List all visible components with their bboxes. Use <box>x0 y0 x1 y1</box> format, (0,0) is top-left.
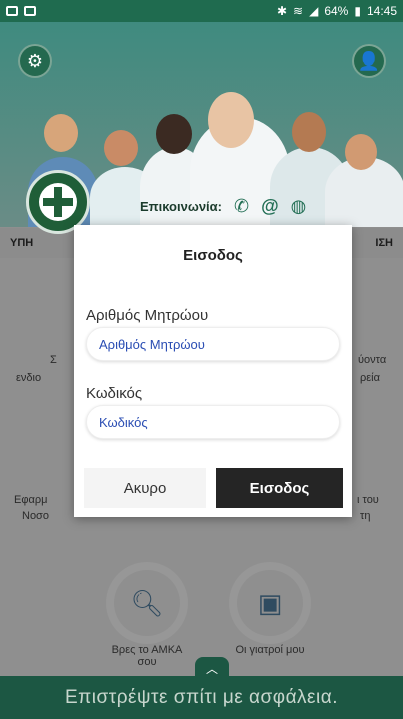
dialog-title: Εισοδος <box>183 247 243 264</box>
chevron-up-icon: ︿ <box>205 661 218 676</box>
doctor-head <box>292 112 326 152</box>
doctor-head <box>44 114 78 152</box>
doctor-head <box>208 92 254 148</box>
gallery-icon <box>24 6 36 16</box>
tab-right[interactable]: ΙΣΗ <box>375 237 393 249</box>
pharmacy-cross-icon <box>39 183 77 221</box>
image-icon <box>6 6 18 16</box>
registry-number-input[interactable] <box>86 327 340 361</box>
email-icon[interactable]: @ <box>261 196 279 217</box>
grid-label-partial: ενδιο <box>16 372 42 384</box>
grid-label-partial: ι του <box>357 494 379 506</box>
battery-icon: ▮ <box>354 4 361 18</box>
grid-label-partial: Σ <box>50 354 57 366</box>
signal-icon: ◢ <box>309 4 319 18</box>
search-icon: 🔍︎ <box>114 570 180 636</box>
bluetooth-icon: ✱ <box>276 4 288 18</box>
contact-row: Επικοινωνία: ✆ @ ◍ <box>140 196 306 217</box>
doctor-head <box>345 134 377 170</box>
contact-label: Επικοινωνία: <box>140 199 222 214</box>
grid-label-partial: ρεία <box>360 372 380 384</box>
status-right: ✱ ≋ ◢ 64% ▮ 14:45 <box>277 4 397 18</box>
search-amka-item[interactable]: 🔍︎ Βρες το ΑΜΚΑ σου <box>102 570 192 668</box>
web-icon[interactable]: ◍ <box>291 196 307 217</box>
contact-card-icon: ▣ <box>237 570 303 636</box>
profile-button[interactable]: 👤 <box>352 44 386 78</box>
password-label: Κωδικός <box>86 385 143 402</box>
clock: 14:45 <box>366 4 397 18</box>
tab-left[interactable]: ΥΠΗ <box>10 237 33 249</box>
login-dialog: Εισοδος Αριθμός Μητρώου Κωδικός Ακυρο Ει… <box>74 225 352 517</box>
settings-button[interactable]: ⚙ <box>18 44 52 78</box>
bottom-banner: Επιστρέψτε σπίτι με ασφάλεια. <box>0 676 403 719</box>
wifi-icon: ≋ <box>293 4 304 18</box>
doctor-head <box>104 130 138 166</box>
user-icon: 👤 <box>357 50 381 71</box>
settings-icon: ⚙ <box>26 50 44 71</box>
login-button[interactable]: Εισοδος <box>216 468 343 508</box>
my-doctors-label: Οι γιατροί μου <box>235 644 305 656</box>
cancel-button[interactable]: Ακυρο <box>84 468 206 508</box>
grid-label-partial: Νοσο <box>22 510 49 522</box>
grid-label-partial: Εφαρμ <box>14 494 48 506</box>
registry-number-label: Αριθμός Μητρώου <box>86 307 209 324</box>
grid-label-partial: τη <box>360 510 371 522</box>
phone-icon[interactable]: ✆ <box>234 196 249 217</box>
battery-percent: 64% <box>324 4 349 18</box>
doctor-head <box>156 114 192 154</box>
my-doctors-item[interactable]: ▣ Οι γιατροί μου <box>220 570 320 656</box>
password-input[interactable] <box>86 405 340 439</box>
status-left-icons <box>6 6 36 16</box>
search-amka-label: Βρες το ΑΜΚΑ σου <box>111 644 183 668</box>
status-bar: ✱ ≋ ◢ 64% ▮ 14:45 <box>0 0 403 22</box>
grid-label-partial: ύοντα <box>358 354 387 366</box>
